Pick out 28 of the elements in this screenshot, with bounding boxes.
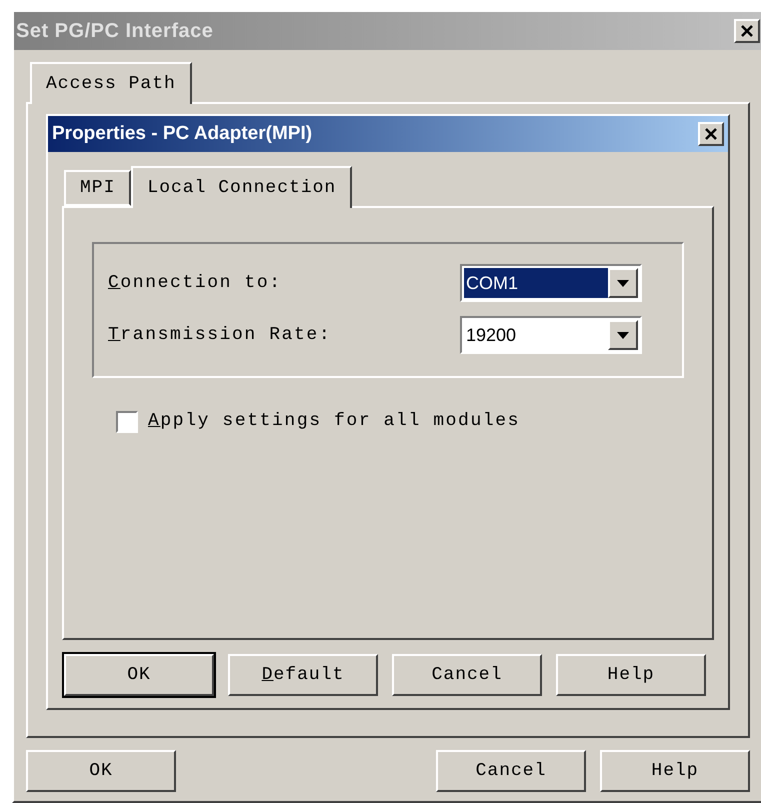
dialog-button[interactable]: Help <box>600 750 750 792</box>
dialog-button[interactable]: Help <box>556 654 706 696</box>
dropdown-arrow-button[interactable] <box>608 320 638 350</box>
dialog-button[interactable]: Cancel <box>392 654 542 696</box>
tab[interactable]: Access Path <box>30 62 192 104</box>
close-button[interactable] <box>734 19 760 43</box>
field-label: Connection to: <box>108 272 282 294</box>
dropdown-arrow-button[interactable] <box>608 268 638 298</box>
close-icon <box>740 24 754 38</box>
window-title: Set PG/PC Interface <box>16 19 214 44</box>
dialog-button[interactable]: OK <box>64 654 214 696</box>
checkbox[interactable] <box>116 410 138 432</box>
dialog-button[interactable]: OK <box>26 750 176 792</box>
close-icon <box>704 127 718 141</box>
dropdown-value: COM1 <box>464 268 608 298</box>
field-label: Transmission Rate: <box>108 324 332 346</box>
close-button[interactable] <box>698 122 724 146</box>
dialog-button[interactable]: Default <box>228 654 378 696</box>
checkbox-label: Apply settings for all modules <box>148 410 520 433</box>
tab[interactable]: MPI <box>64 170 132 206</box>
dialog-button[interactable]: Cancel <box>436 750 586 792</box>
caret-icon <box>617 332 629 338</box>
dialog-title: Properties - PC Adapter(MPI) <box>52 122 312 146</box>
dropdown-value: 19200 <box>465 324 518 346</box>
caret-icon <box>617 280 629 286</box>
dropdown[interactable]: COM1 <box>460 264 642 302</box>
tab[interactable]: Local Connection <box>131 166 352 208</box>
dropdown[interactable]: 19200 <box>460 316 642 354</box>
